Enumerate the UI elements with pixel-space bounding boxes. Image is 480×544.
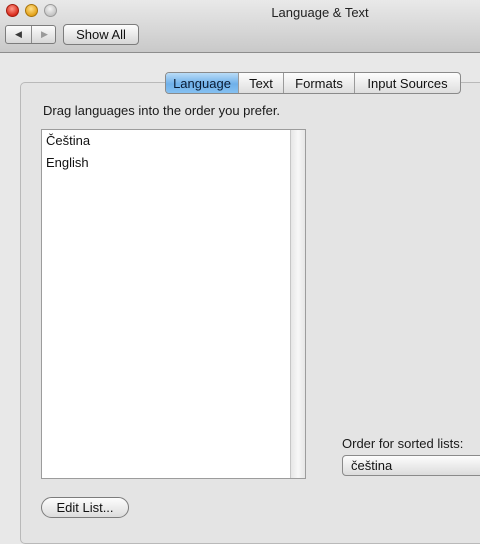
list-scrollbar[interactable] xyxy=(290,130,305,478)
edit-list-button[interactable]: Edit List... xyxy=(41,497,129,518)
tab-formats[interactable]: Formats xyxy=(283,73,354,93)
tab-input-sources[interactable]: Input Sources xyxy=(354,73,460,93)
forward-arrow-icon[interactable]: ▶ xyxy=(31,26,57,43)
language-instructions: Drag languages into the order you prefer… xyxy=(43,103,281,118)
list-item[interactable]: English xyxy=(46,155,89,170)
list-item[interactable]: Čeština xyxy=(46,133,90,148)
window-title: Language & Text xyxy=(271,5,369,20)
sort-order-label: Order for sorted lists: xyxy=(342,436,464,451)
show-all-button[interactable]: Show All xyxy=(63,24,139,45)
zoom-window-button[interactable] xyxy=(44,4,57,17)
language-list[interactable]: Čeština English xyxy=(41,129,306,479)
title-bar: Language & Text ◀ ▶ Show All xyxy=(0,0,480,53)
back-arrow-icon[interactable]: ◀ xyxy=(6,26,31,43)
tab-language[interactable]: Language xyxy=(166,73,238,93)
sort-order-value: čeština xyxy=(351,458,393,473)
minimize-window-button[interactable] xyxy=(25,4,38,17)
tab-text[interactable]: Text xyxy=(238,73,283,93)
close-window-button[interactable] xyxy=(6,4,19,17)
back-forward-control: ◀ ▶ xyxy=(5,25,56,44)
sort-order-select[interactable]: čeština xyxy=(342,455,480,476)
tab-bar: Language Text Formats Input Sources xyxy=(165,72,461,94)
